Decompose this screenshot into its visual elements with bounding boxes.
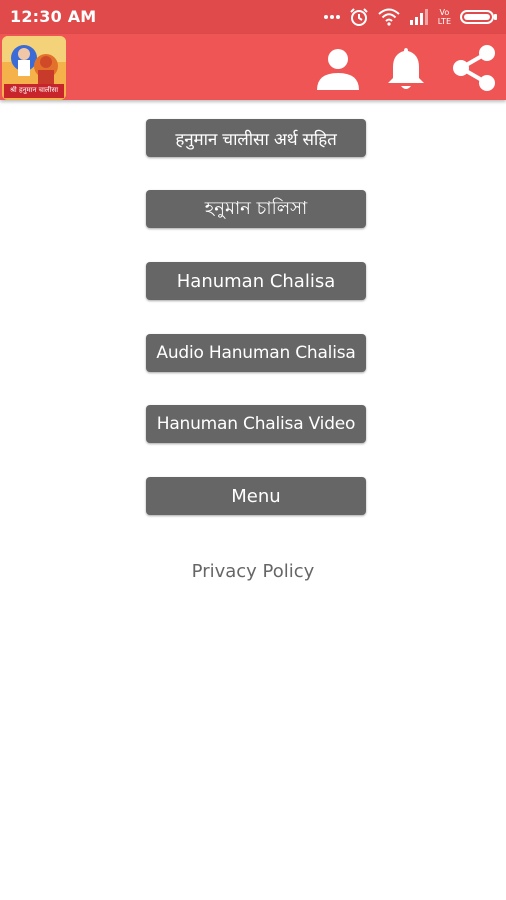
app-bar: श्री हनुमान चालीसा bbox=[0, 34, 506, 100]
menu-button[interactable]: Menu bbox=[146, 477, 366, 515]
logo-caption: श्री हनुमान चालीसा bbox=[9, 86, 59, 94]
privacy-policy-link[interactable]: Privacy Policy bbox=[0, 561, 506, 582]
hanuman-chalisa-button[interactable]: Hanuman Chalisa bbox=[146, 262, 366, 300]
more-dots-icon bbox=[323, 14, 340, 20]
status-icons: Vo LTE bbox=[323, 6, 498, 28]
audio-chalisa-button[interactable]: Audio Hanuman Chalisa bbox=[146, 334, 366, 372]
volte-lte-icon: Vo LTE bbox=[438, 8, 451, 26]
bell-icon[interactable] bbox=[382, 44, 430, 92]
alarm-icon bbox=[349, 7, 369, 27]
status-bar: 12:30 AM Vo LTE bbox=[0, 0, 506, 34]
wifi-icon bbox=[378, 8, 400, 26]
network-label-bottom: LTE bbox=[437, 17, 451, 26]
status-time: 12:30 AM bbox=[10, 7, 97, 26]
bengali-chalisa-button[interactable]: হনুমান চালিসা bbox=[146, 190, 366, 228]
chalisa-video-button[interactable]: Hanuman Chalisa Video bbox=[146, 405, 366, 443]
profile-icon[interactable] bbox=[314, 44, 362, 92]
app-logo[interactable]: श्री हनुमान चालीसा bbox=[2, 36, 66, 100]
signal-icon bbox=[409, 9, 429, 25]
network-label-top: Vo bbox=[439, 8, 450, 17]
hindi-chalisa-meaning-button[interactable]: हनुमान चालीसा अर्थ सहित bbox=[146, 119, 366, 157]
share-icon[interactable] bbox=[450, 44, 498, 92]
battery-icon bbox=[460, 9, 498, 25]
